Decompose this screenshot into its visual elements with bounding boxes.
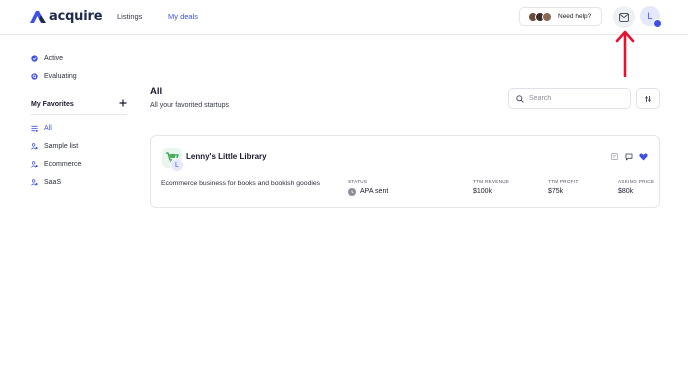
search-box[interactable] [508,88,631,109]
asking-price-value: $80k [618,188,634,195]
sidebar-item-sample-list[interactable]: Sample list [31,143,78,150]
status-label: STATUS [348,179,368,184]
nav-my-deals[interactable]: My deals [168,12,198,21]
sidebar-item-label: Active [44,55,64,62]
sidebar-item-label: Evaluating [44,73,77,80]
acquire-logo-icon [30,10,46,23]
need-help-button[interactable]: Need help? [519,7,602,26]
filter-sliders-icon [645,95,651,102]
search-input[interactable] [529,95,619,102]
search-icon [516,94,524,103]
search-badge-icon [31,73,38,80]
sidebar-item-label: Sample list [44,143,79,150]
plus-icon [119,99,127,107]
inbox-button[interactable] [613,6,635,28]
support-avatars [528,11,552,22]
ttm-profit-value: $75k [548,188,564,195]
sidebar-item-ecommerce[interactable]: Ecommerce [31,161,81,168]
ttm-profit-label: TTM PROFIT [548,179,579,184]
list-icon [31,125,38,132]
page-subtitle: All your favorited startups [150,102,229,109]
notes-button[interactable] [610,152,619,161]
support-avatar [542,11,552,22]
inbox-icon [619,12,629,22]
deal-description: Ecommerce business for books and bookish… [161,180,321,187]
sidebar-item-saas[interactable]: SaaS [31,179,61,186]
my-favorites-heading: My Favorites [31,101,74,108]
deal-owner-avatar: L [170,158,184,172]
sidebar-item-active[interactable]: Active [31,55,63,62]
asking-price-label: ASKING PRICE [618,179,655,184]
sidebar-item-label: All [44,125,52,132]
brand-name: acquire [49,9,103,24]
message-button[interactable] [624,152,633,161]
page-title: All [150,86,163,97]
top-navbar: acquire Listings My deals Need help? L [0,0,688,35]
folder-user-icon [31,179,38,186]
sidebar-item-label: SaaS [44,179,62,186]
acquire-logo[interactable]: acquire [30,9,103,24]
sidebar-item-all[interactable]: All [31,125,52,132]
avatar-badge [653,19,662,28]
sidebar-divider [31,114,127,115]
filter-button[interactable] [636,88,660,109]
deal-name[interactable]: Lenny's Little Library [186,152,267,161]
add-list-button[interactable] [119,99,127,110]
folder-user-icon [31,143,38,150]
sidebar-item-label: Ecommerce [44,161,82,168]
nav-listings[interactable]: Listings [117,12,142,21]
ttm-revenue-label: TTM REVENUE [473,179,510,184]
notes-icon [611,153,618,160]
heart-filled-icon [639,153,648,160]
deal-card[interactable]: L Lenny's Little Library Ecommerce busin… [150,135,660,208]
ttm-revenue-value: $100k [473,188,493,195]
status-clock-icon [348,188,356,196]
folder-user-icon [31,161,38,168]
status-value: APA sent [360,188,389,195]
sidebar-item-evaluating[interactable]: Evaluating [31,73,77,80]
chat-bubble-icon [625,153,632,160]
check-badge-icon [31,55,38,62]
red-arrow-annotation [615,30,635,77]
favorite-button[interactable] [639,152,648,161]
need-help-label: Need help? [558,13,592,20]
